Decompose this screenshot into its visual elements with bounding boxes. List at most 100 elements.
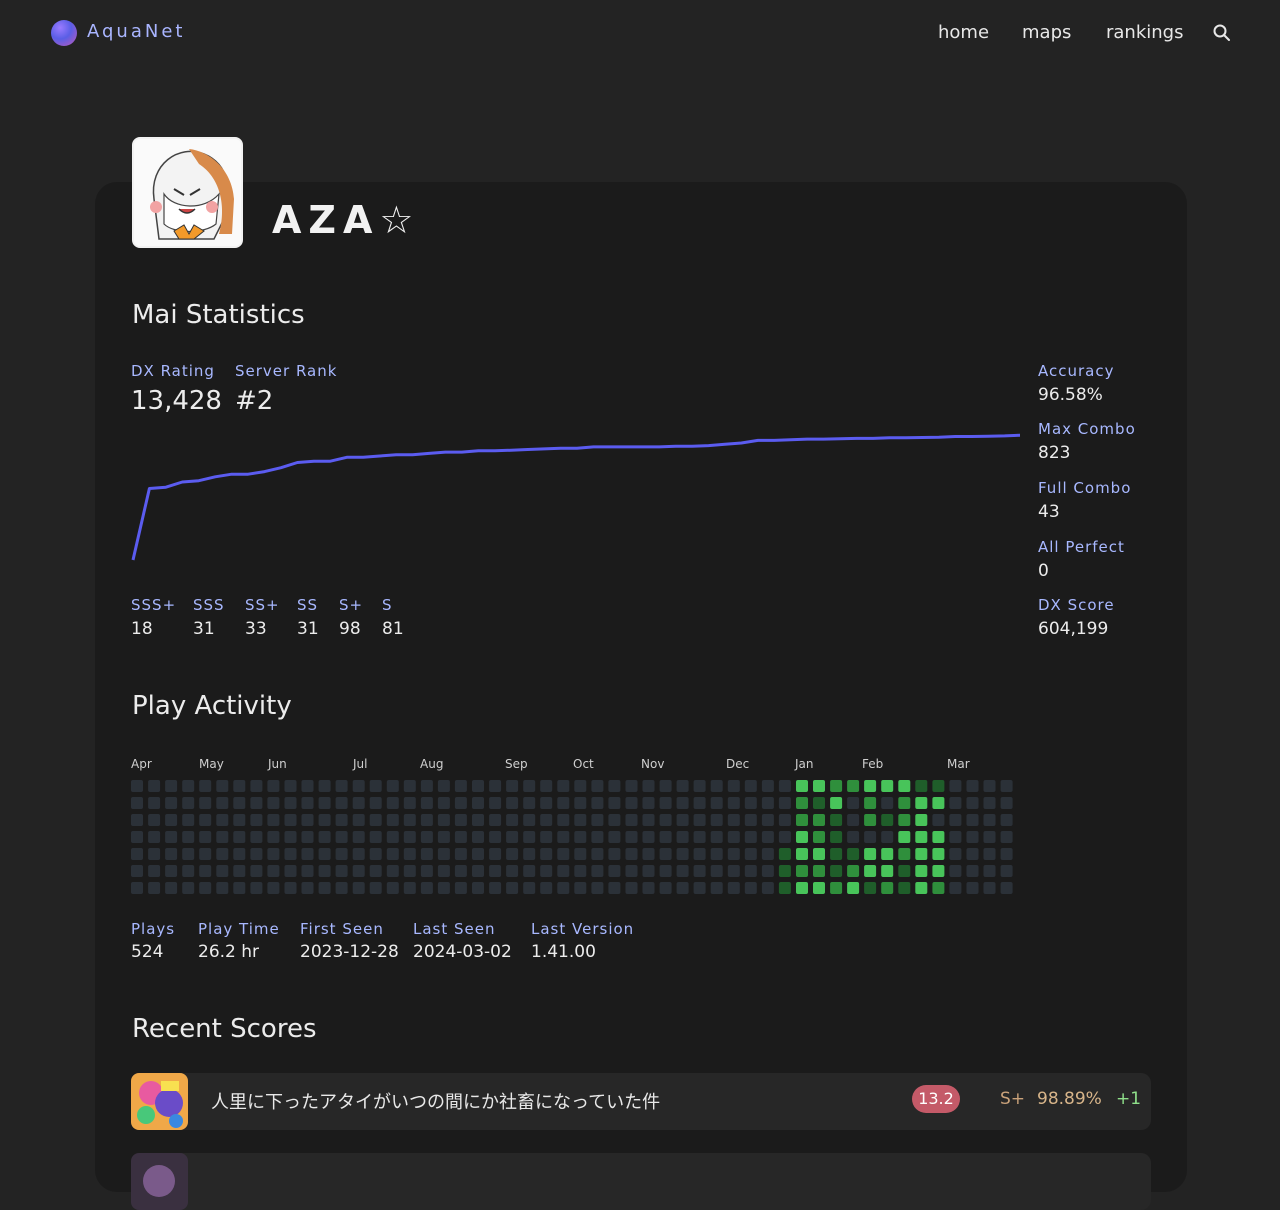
activity-cell <box>284 814 297 826</box>
activity-cell <box>625 865 638 877</box>
activity-cell <box>131 848 143 860</box>
activity-cell <box>523 882 536 894</box>
activity-cell <box>318 882 331 894</box>
activity-cell <box>131 814 143 826</box>
activity-cell <box>659 797 672 809</box>
recent-score-row[interactable]: 人里に下ったアタイがいつの間にか社畜になっていた件 13.2 S+ 98.89%… <box>131 1073 1151 1130</box>
activity-cell <box>693 865 706 877</box>
activity-cell <box>1000 882 1013 894</box>
activity-cell <box>710 831 723 843</box>
activity-cell <box>216 797 229 809</box>
activity-cell <box>676 865 689 877</box>
search-icon[interactable] <box>1213 24 1231 42</box>
activity-cell <box>233 831 246 843</box>
score-rank: S+ <box>1000 1089 1026 1109</box>
activity-cell <box>165 780 178 792</box>
activity-cell <box>932 865 945 877</box>
activity-cell <box>796 831 808 843</box>
activity-cell <box>318 848 331 860</box>
activity-cell <box>949 780 962 792</box>
activity-cell <box>966 882 979 894</box>
activity-cell <box>437 865 450 877</box>
nav-home[interactable]: home <box>938 22 989 43</box>
activity-cell <box>131 865 143 877</box>
activity-cell <box>915 831 928 843</box>
activity-cell <box>335 831 348 843</box>
rating-chart <box>131 433 1020 561</box>
accuracy-value: 96.58% <box>1038 385 1103 405</box>
activity-cell <box>830 780 843 792</box>
activity-cell <box>778 814 791 826</box>
activity-cell <box>454 831 467 843</box>
activity-cell <box>540 882 553 894</box>
activity-cell <box>352 831 365 843</box>
activity-cell <box>216 831 229 843</box>
activity-cell <box>761 780 774 792</box>
rank-label-sss: SSS <box>193 596 225 614</box>
activity-cell <box>523 780 536 792</box>
brand-name[interactable]: AquaNet <box>87 21 185 42</box>
activity-cell <box>267 848 280 860</box>
activity-cell <box>813 797 825 809</box>
activity-cell <box>540 848 553 860</box>
activity-cell <box>915 814 928 826</box>
rank-count-ss-plus: 33 <box>245 619 267 639</box>
activity-cell <box>165 831 178 843</box>
activity-cell <box>335 814 348 826</box>
activity-cell <box>472 814 484 826</box>
activity-cell <box>574 865 587 877</box>
max-combo-label: Max Combo <box>1038 420 1136 438</box>
activity-cell <box>540 797 553 809</box>
activity-cell <box>506 848 519 860</box>
activity-cell <box>233 814 246 826</box>
activity-cell <box>761 831 774 843</box>
activity-cell <box>847 848 860 860</box>
activity-cell <box>915 797 928 809</box>
activity-cell <box>1000 780 1013 792</box>
activity-cell <box>710 865 723 877</box>
activity-cell <box>489 831 502 843</box>
activity-cell <box>369 882 382 894</box>
recent-score-row[interactable] <box>131 1153 1151 1210</box>
activity-cell <box>1000 848 1013 860</box>
activity-cell <box>659 831 672 843</box>
activity-cell <box>557 814 570 826</box>
activity-cell <box>796 848 808 860</box>
activity-cell <box>318 797 331 809</box>
activity-cell <box>557 780 570 792</box>
nav-rankings[interactable]: rankings <box>1106 22 1183 43</box>
activity-cell <box>966 780 979 792</box>
activity-cell <box>881 865 894 877</box>
activity-cell <box>420 848 433 860</box>
activity-cell <box>472 848 484 860</box>
activity-cell <box>182 882 195 894</box>
activity-cell <box>864 831 877 843</box>
activity-cell <box>540 865 553 877</box>
logo-icon[interactable] <box>51 20 77 46</box>
song-jacket <box>131 1073 188 1130</box>
activity-cell <box>693 848 706 860</box>
activity-cell <box>830 865 843 877</box>
activity-cell <box>352 848 365 860</box>
recent-heading: Recent Scores <box>132 1014 317 1044</box>
activity-cell <box>761 882 774 894</box>
activity-cell <box>915 848 928 860</box>
activity-cell <box>830 848 843 860</box>
activity-cell <box>199 882 212 894</box>
activity-cell <box>915 780 928 792</box>
activity-cell <box>608 882 621 894</box>
server-rank-label: Server Rank <box>235 362 338 380</box>
activity-cell <box>693 780 706 792</box>
activity-cell <box>233 848 246 860</box>
all-perfect-label: All Perfect <box>1038 538 1125 556</box>
activity-cell <box>761 797 774 809</box>
activity-cell <box>949 797 962 809</box>
activity-cell <box>676 882 689 894</box>
activity-cell <box>148 797 161 809</box>
activity-cell <box>182 865 195 877</box>
nav-maps[interactable]: maps <box>1022 22 1071 43</box>
activity-cell <box>506 865 519 877</box>
activity-cell <box>796 865 808 877</box>
song-title[interactable]: 人里に下ったアタイがいつの間にか社畜になっていた件 <box>211 1088 660 1114</box>
activity-cell <box>693 797 706 809</box>
